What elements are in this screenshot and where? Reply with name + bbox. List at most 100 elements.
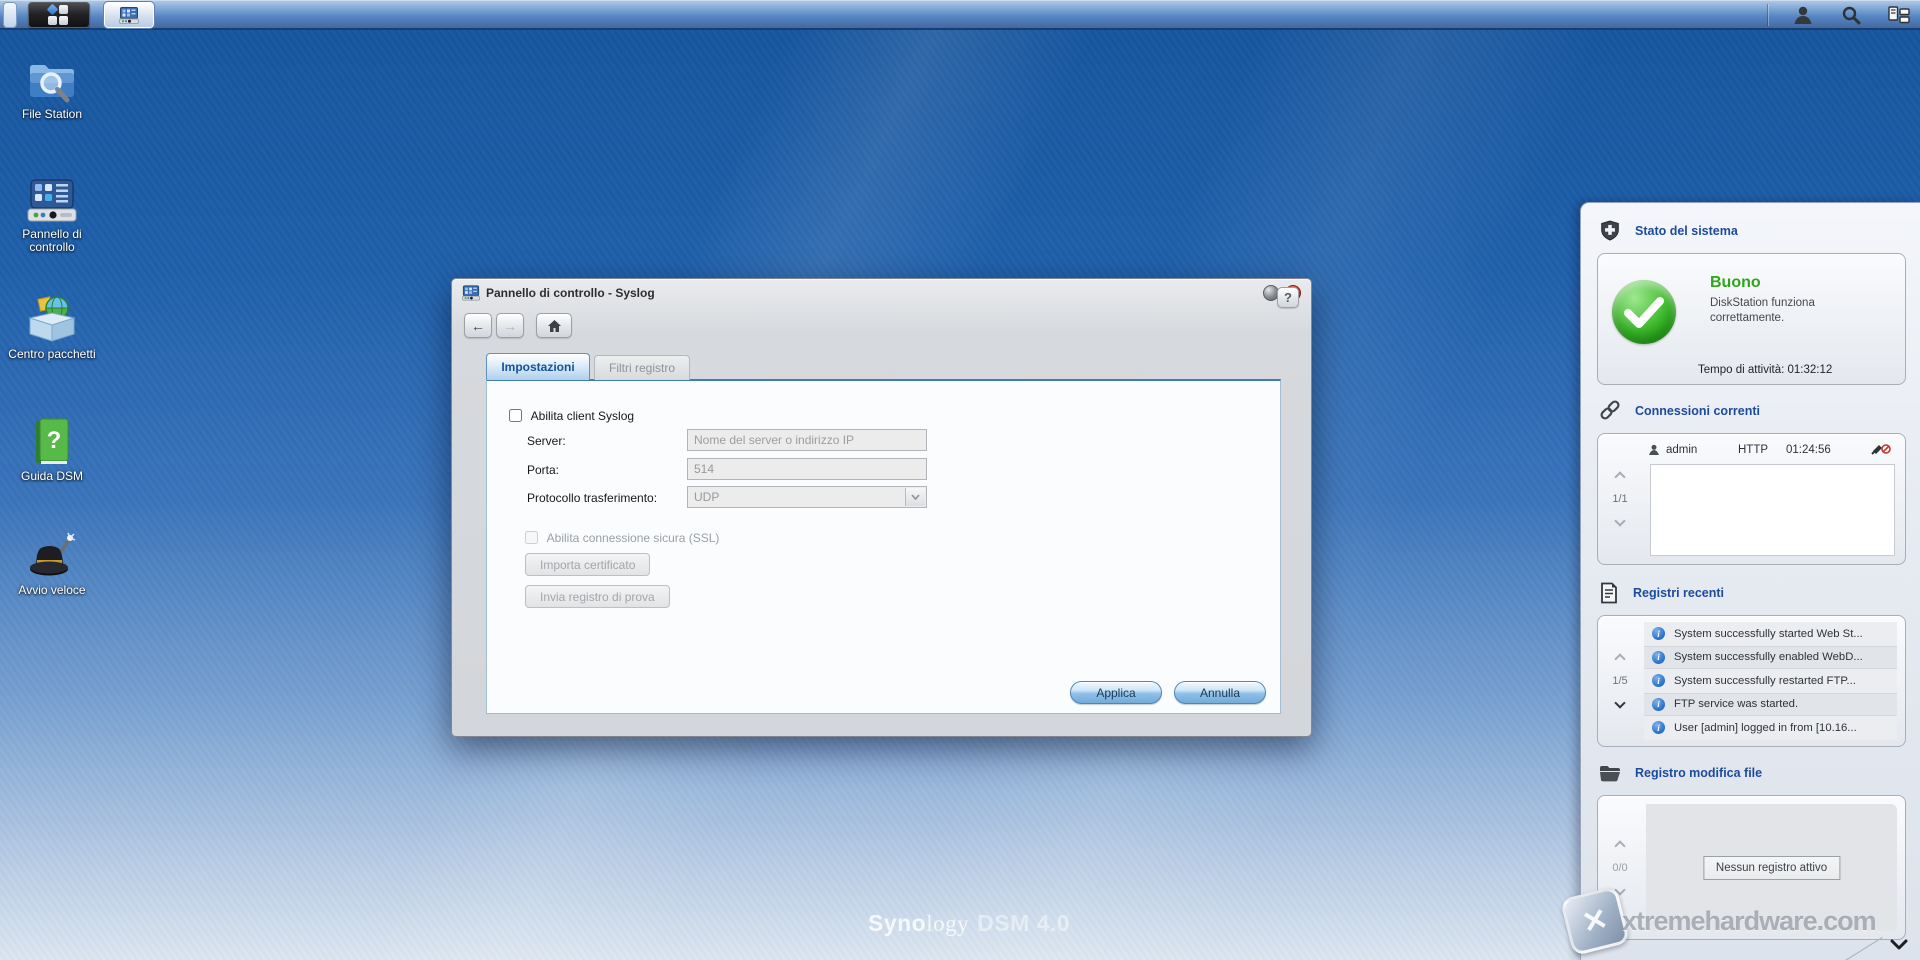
settings-panel: Abilita client Syslog Server: Porta: Pro…: [486, 379, 1281, 714]
widgets-icon: [1888, 6, 1910, 24]
desktop-icon-label: Guida DSM: [8, 470, 96, 483]
server-label: Server:: [527, 434, 566, 448]
widget-pane-collapse-button[interactable]: [1890, 938, 1912, 954]
control-panel-icon: [462, 285, 480, 301]
apply-button[interactable]: Applica: [1070, 681, 1162, 704]
info-icon: i: [1652, 721, 1665, 734]
cancel-button[interactable]: Annulla: [1174, 681, 1266, 704]
enable-syslog-checkbox[interactable]: [509, 409, 522, 422]
control-panel-syslog-window: Pannello di controllo - Syslog ✕ ← → ? I…: [451, 278, 1312, 737]
uptime-text: Tempo di attività: 01:32:12: [1698, 364, 1832, 376]
show-desktop-button[interactable]: [3, 2, 17, 28]
search-button[interactable]: [1838, 3, 1864, 27]
pager-down-icon[interactable]: [1614, 697, 1625, 708]
enable-syslog-label: Abilita client Syslog: [531, 409, 634, 423]
desktop-icon-dsm-help[interactable]: ? Guida DSM: [8, 412, 96, 483]
version-text: DSM 4.0: [977, 910, 1070, 936]
status-ok-icon: [1612, 280, 1676, 344]
taskbar: [0, 0, 1920, 30]
back-button[interactable]: ←: [464, 313, 492, 338]
widget-title-recent-logs: Registri recenti: [1633, 586, 1724, 600]
log-entry[interactable]: iFTP service was started.: [1644, 693, 1897, 717]
ssl-label: Abilita connessione sicura (SSL): [547, 531, 720, 545]
pane-corner-fold: [1843, 937, 1883, 960]
disconnect-button[interactable]: [1871, 442, 1891, 458]
system-status-card: Buono DiskStation funziona correttamente…: [1597, 253, 1906, 385]
back-icon: ←: [471, 318, 485, 334]
logs-pager: 1/5: [1598, 616, 1642, 746]
tab-filtri-registro[interactable]: Filtri registro: [594, 355, 690, 380]
log-entry[interactable]: i System successfully restarted FTP...: [1644, 669, 1897, 693]
help-button[interactable]: ?: [1277, 287, 1299, 308]
pager-down-icon[interactable]: [1614, 515, 1625, 526]
help-icon: ?: [1284, 290, 1292, 305]
file-log-empty-area: Nessun registro attivo: [1646, 804, 1897, 931]
user-menu-button[interactable]: [1790, 3, 1816, 27]
pager-down-icon[interactable]: [1614, 884, 1625, 895]
home-button[interactable]: [536, 313, 572, 338]
pager-text: 1/1: [1612, 493, 1627, 505]
desktop-icon-label: Pannello di controllo: [8, 228, 96, 254]
brand-text: Syno: [868, 910, 926, 936]
main-menu-icon: [48, 5, 70, 25]
user-icon: [1793, 5, 1813, 25]
server-input[interactable]: [687, 429, 927, 451]
widget-title-connections: Connessioni correnti: [1635, 404, 1760, 418]
file-change-log-icon: [1599, 763, 1621, 783]
main-menu-button[interactable]: [28, 2, 90, 28]
connection-row[interactable]: admin HTTP 01:24:56: [1648, 440, 1897, 460]
send-test-log-button[interactable]: Invia registro di prova: [525, 585, 670, 608]
status-text: Buono: [1710, 274, 1761, 292]
log-entry[interactable]: iSystem successfully started Web St...: [1644, 622, 1897, 646]
connections-card: 1/1 admin HTTP 01:24:56: [1597, 433, 1906, 565]
forward-icon: →: [503, 318, 517, 334]
control-panel-icon: [119, 7, 139, 24]
info-icon: i: [1652, 651, 1665, 664]
select-dropdown-button[interactable]: [905, 488, 925, 506]
window-toolbar: ← →: [452, 309, 1311, 345]
log-text: FTP service was started.: [1674, 698, 1798, 710]
taskbar-separator: [1767, 4, 1768, 26]
connections-list[interactable]: [1650, 464, 1895, 556]
chevron-down-icon: [1890, 939, 1908, 951]
protocol-value: UDP: [694, 490, 719, 504]
taskbar-item-control-panel[interactable]: [104, 2, 154, 28]
tab-label: Impostazioni: [501, 360, 574, 374]
widget-title-file-change-log: Registro modifica file: [1635, 766, 1762, 780]
status-description: DiskStation funziona correttamente.: [1710, 296, 1880, 326]
info-icon: i: [1652, 627, 1665, 640]
connections-icon: [1599, 400, 1621, 422]
pager-up-icon[interactable]: [1614, 471, 1625, 482]
log-text: User [admin] logged in from [10.16...: [1674, 722, 1857, 734]
window-titlebar[interactable]: Pannello di controllo - Syslog: [452, 279, 1311, 307]
ssl-checkbox[interactable]: [525, 531, 538, 544]
log-entry[interactable]: i User [admin] logged in from [10.16...: [1644, 716, 1897, 740]
protocol-label: Protocollo trasferimento:: [527, 491, 657, 505]
desktop-background: File Station Pannello di controllo Centr…: [0, 0, 1920, 960]
desktop-icon-package-center[interactable]: Centro pacchetti: [8, 290, 96, 361]
recent-logs-icon: [1599, 582, 1619, 604]
log-entry[interactable]: iSystem successfully enabled WebD...: [1644, 646, 1897, 670]
port-label: Porta:: [527, 463, 559, 477]
import-certificate-button[interactable]: Importa certificato: [525, 553, 650, 576]
tab-impostazioni[interactable]: Impostazioni: [486, 353, 590, 380]
file-log-pager: 0/0: [1598, 796, 1642, 939]
pager-up-icon[interactable]: [1614, 840, 1625, 851]
desktop-icon-quick-start[interactable]: Avvio veloce: [8, 526, 96, 597]
pager-up-icon[interactable]: [1614, 653, 1625, 664]
desktop-icon-file-station[interactable]: File Station: [8, 50, 96, 121]
port-input[interactable]: [687, 458, 927, 480]
info-icon: i: [1652, 674, 1665, 687]
widget-title-system-status: Stato del sistema: [1635, 224, 1738, 238]
forward-button[interactable]: →: [496, 313, 524, 338]
control-panel-large-icon: [26, 178, 78, 224]
log-list: iSystem successfully started Web St... i…: [1644, 622, 1897, 740]
protocol-select[interactable]: UDP: [687, 486, 927, 508]
log-text: System successfully restarted FTP...: [1674, 675, 1856, 687]
desktop-icon-control-panel[interactable]: Pannello di controllo: [8, 170, 96, 254]
dsm-watermark: SynologyDSM 4.0: [868, 910, 1070, 937]
pager-text: 1/5: [1612, 675, 1627, 687]
no-active-log-label: Nessun registro attivo: [1703, 856, 1840, 880]
widgets-button[interactable]: [1886, 3, 1912, 27]
window-title: Pannello di controllo - Syslog: [486, 286, 655, 300]
